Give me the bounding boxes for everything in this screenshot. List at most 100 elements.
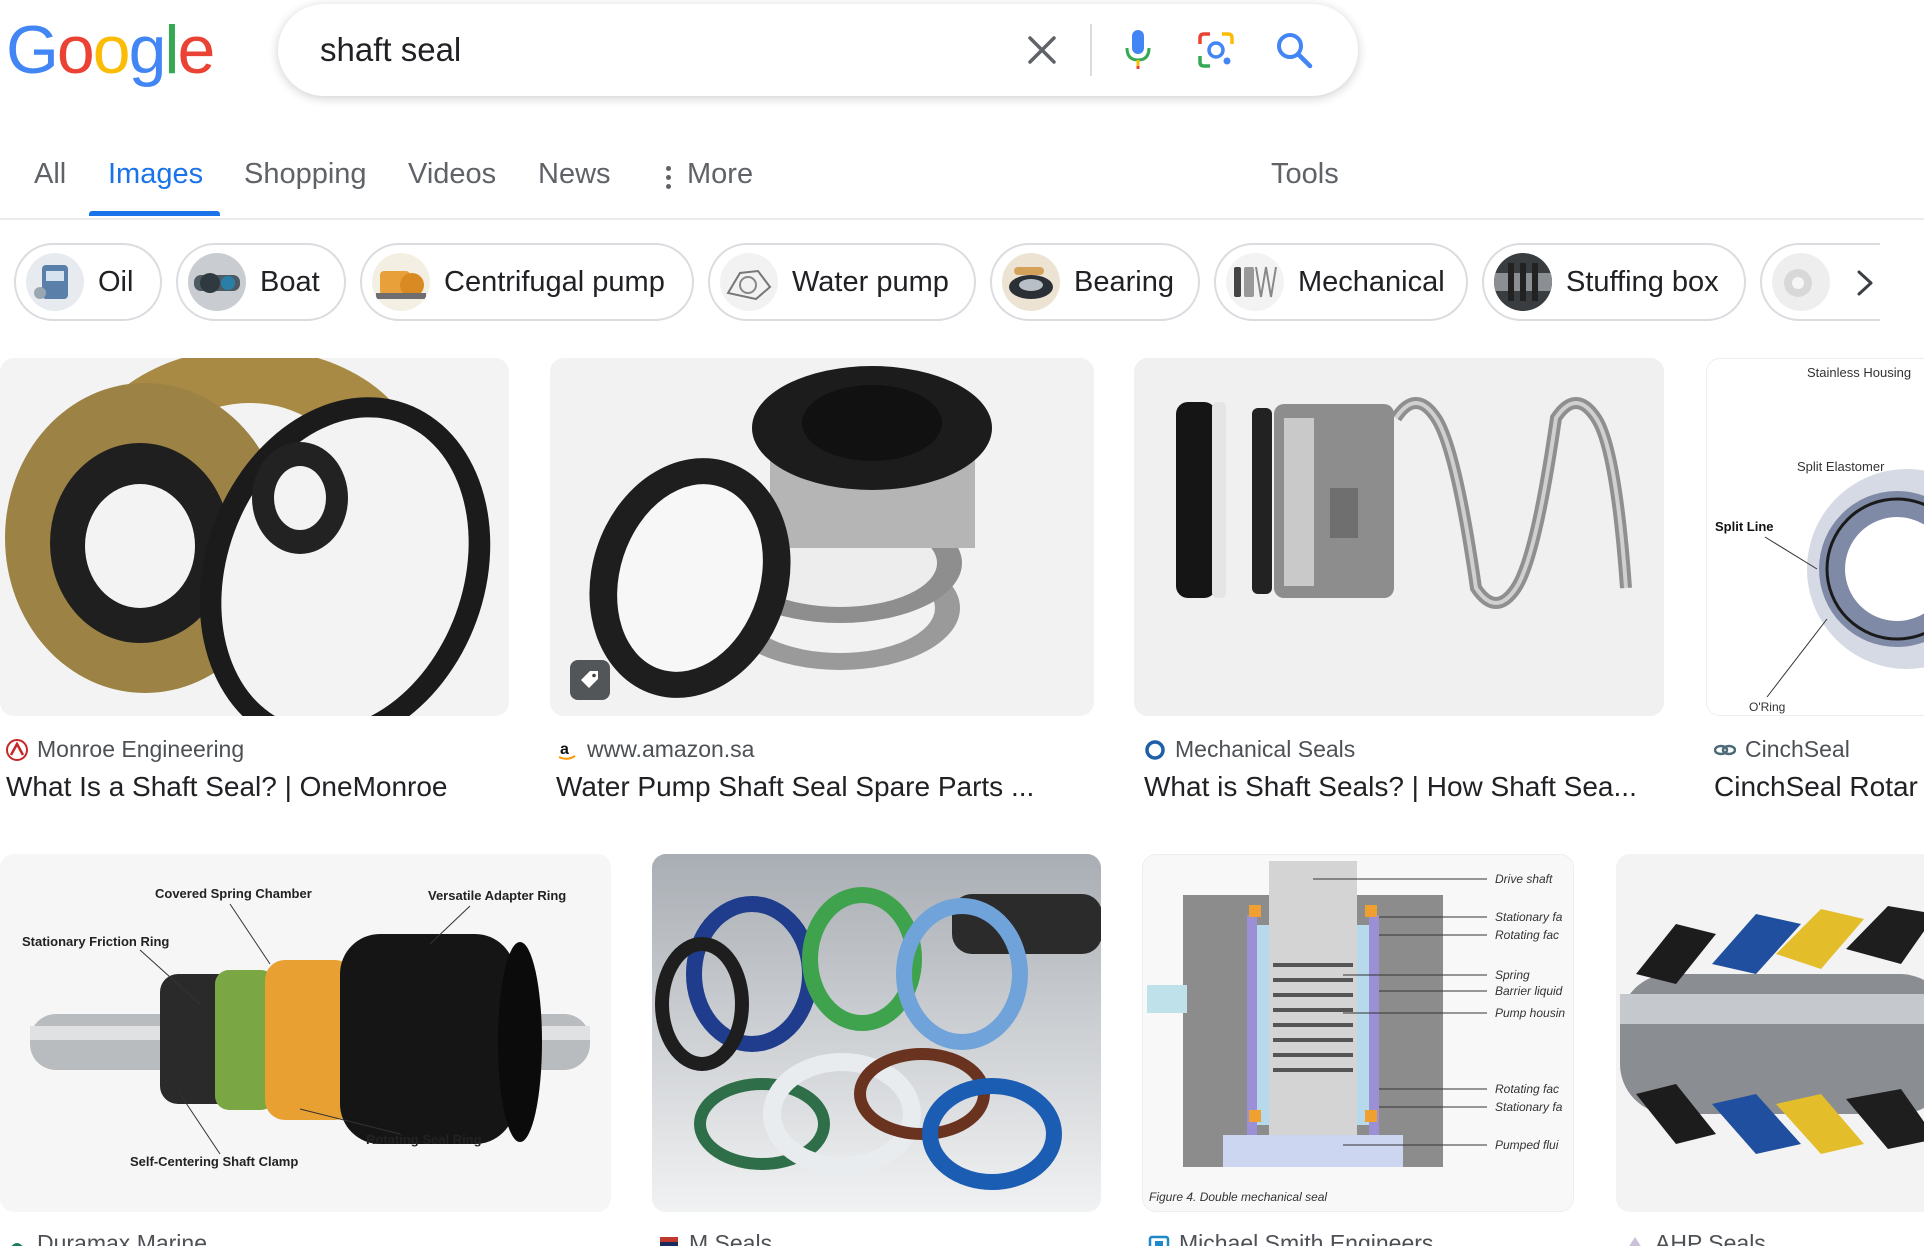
chip-thumbnail [26,253,84,311]
diagram-label: O'Ring [1749,700,1785,714]
cinchseal-favicon-icon [1714,739,1736,761]
search-box [278,4,1358,96]
source-name: Duramax Marine [37,1230,207,1246]
michael-smith-favicon-icon [1148,1233,1170,1246]
result-image[interactable]: Covered Spring Chamber Versatile Adapter… [0,854,611,1212]
close-icon[interactable] [1022,30,1062,70]
chip-thumbnail [372,253,430,311]
diagram-label: Stationary fa [1495,1100,1563,1114]
google-logo[interactable]: Google [6,12,216,88]
result-title[interactable]: What Is a Shaft Seal? | OneMonroe [6,771,506,803]
tab-more[interactable]: More [666,150,753,216]
result-source[interactable]: AHP Seals [1624,1230,1766,1246]
tab-all[interactable]: All [34,150,66,216]
duramax-favicon-icon [6,1233,28,1246]
result-title[interactable]: CinchSeal Rotar [1714,771,1924,803]
result-image[interactable] [550,358,1094,716]
logo-letter: G [6,12,59,88]
chip-mechanical[interactable]: Mechanical [1214,243,1468,321]
chip-bearing[interactable]: Bearing [990,243,1200,321]
source-name: Monroe Engineering [37,736,245,762]
chip-stuffing-box[interactable]: Stuffing box [1482,243,1746,321]
search-divider [1090,24,1092,76]
chip-thumbnail [1226,253,1284,311]
chip-thumbnail [1772,253,1830,311]
result-source[interactable]: a www.amazon.sa [556,736,754,763]
tab-label: More [687,158,754,190]
chip-label: Mechanical [1298,265,1445,298]
diagram-label: Pumped flui [1495,1138,1559,1152]
result-image[interactable] [0,358,509,716]
search-input[interactable] [320,28,1020,72]
diagram-label: Barrier liquid [1495,984,1563,998]
chip-label: Oil [98,265,134,298]
chip-label: Boat [260,265,320,298]
chip-boat[interactable]: Boat [176,243,346,321]
result-image[interactable] [1134,358,1664,716]
search-icon[interactable] [1274,30,1314,70]
result-title[interactable]: Water Pump Shaft Seal Spare Parts ... [556,771,1086,803]
source-name: Michael Smith Engineers [1179,1230,1434,1246]
diagram-label: Self-Centering Shaft Clamp [130,1154,298,1169]
logo-letter: o [92,12,131,88]
more-vert-icon [666,166,671,189]
chip-thumbnail [1494,253,1552,311]
chip-label: Centrifugal pump [444,265,665,298]
tab-label: Shopping [244,158,367,190]
diagram-caption: Figure 4. Double mechanical seal [1149,1190,1327,1204]
chip-label: Bearing [1074,265,1174,298]
tab-shopping[interactable]: Shopping [244,150,367,216]
tools-label: Tools [1271,158,1339,190]
result-source[interactable]: Monroe Engineering [6,736,244,763]
result-source[interactable]: M Seals [658,1230,772,1246]
diagram-label: Rotating fac [1495,928,1559,942]
tabs-divider [0,218,1924,220]
chip-thumbnail [188,253,246,311]
search-tabs: All Images Shopping Videos News More Too… [0,150,1924,220]
diagram-label: Rotating fac [1495,1082,1559,1096]
diagram-label: Covered Spring Chamber [155,886,312,901]
price-tag-icon[interactable] [570,660,610,700]
result-source[interactable]: Mechanical Seals [1144,736,1355,763]
chip-centrifugal-pump[interactable]: Centrifugal pump [360,243,694,321]
source-name: Mechanical Seals [1175,736,1356,762]
chip-label: Stuffing box [1566,265,1719,298]
microphone-icon[interactable] [1118,30,1158,70]
diagram-label: Drive shaft [1495,872,1553,886]
mechanical-seals-favicon-icon [1144,739,1166,761]
google-images-page: Google shaft seal All Images Shopping Vi… [0,0,1924,1246]
chip-thumbnail [1002,253,1060,311]
result-image[interactable]: Stainless Housing Split Elastomer Split … [1706,358,1924,716]
result-image[interactable] [1616,854,1924,1212]
chip-water-pump[interactable]: Water pump [708,243,976,321]
diagram-label: Stainless Housing [1807,365,1911,380]
active-tab-indicator [89,211,220,216]
result-title[interactable]: What is Shaft Seals? | How Shaft Sea... [1144,771,1664,803]
source-name: CinchSeal [1745,736,1850,762]
source-name: www.amazon.sa [587,736,755,762]
tools-button[interactable]: Tools [1271,150,1339,216]
tab-label: All [34,158,67,190]
logo-letter: e [177,12,216,88]
chevron-right-icon[interactable] [1840,258,1890,308]
source-name: M Seals [689,1230,773,1246]
diagram-label: Split Elastomer [1797,459,1885,474]
tab-label: Videos [408,158,497,190]
tab-news[interactable]: News [538,150,611,216]
diagram-label: Stationary fa [1495,910,1563,924]
tab-label: Images [108,158,204,190]
chip-thumbnail [720,253,778,311]
result-source[interactable]: Duramax Marine [6,1230,207,1246]
result-source[interactable]: Michael Smith Engineers [1148,1230,1433,1246]
tab-videos[interactable]: Videos [408,150,496,216]
tab-images[interactable]: Images [108,150,203,216]
ahp-seals-favicon-icon [1624,1233,1646,1246]
diagram-label: Pump housin [1495,1006,1565,1020]
result-source[interactable]: CinchSeal [1714,736,1850,763]
diagram-label: Split Line [1715,519,1774,534]
logo-letter: l [164,12,179,88]
chip-oil[interactable]: Oil [14,243,162,321]
result-image[interactable] [652,854,1101,1212]
lens-camera-icon[interactable] [1196,30,1236,70]
result-image[interactable]: Drive shaft Stationary fa Rotating fac S… [1142,854,1574,1212]
